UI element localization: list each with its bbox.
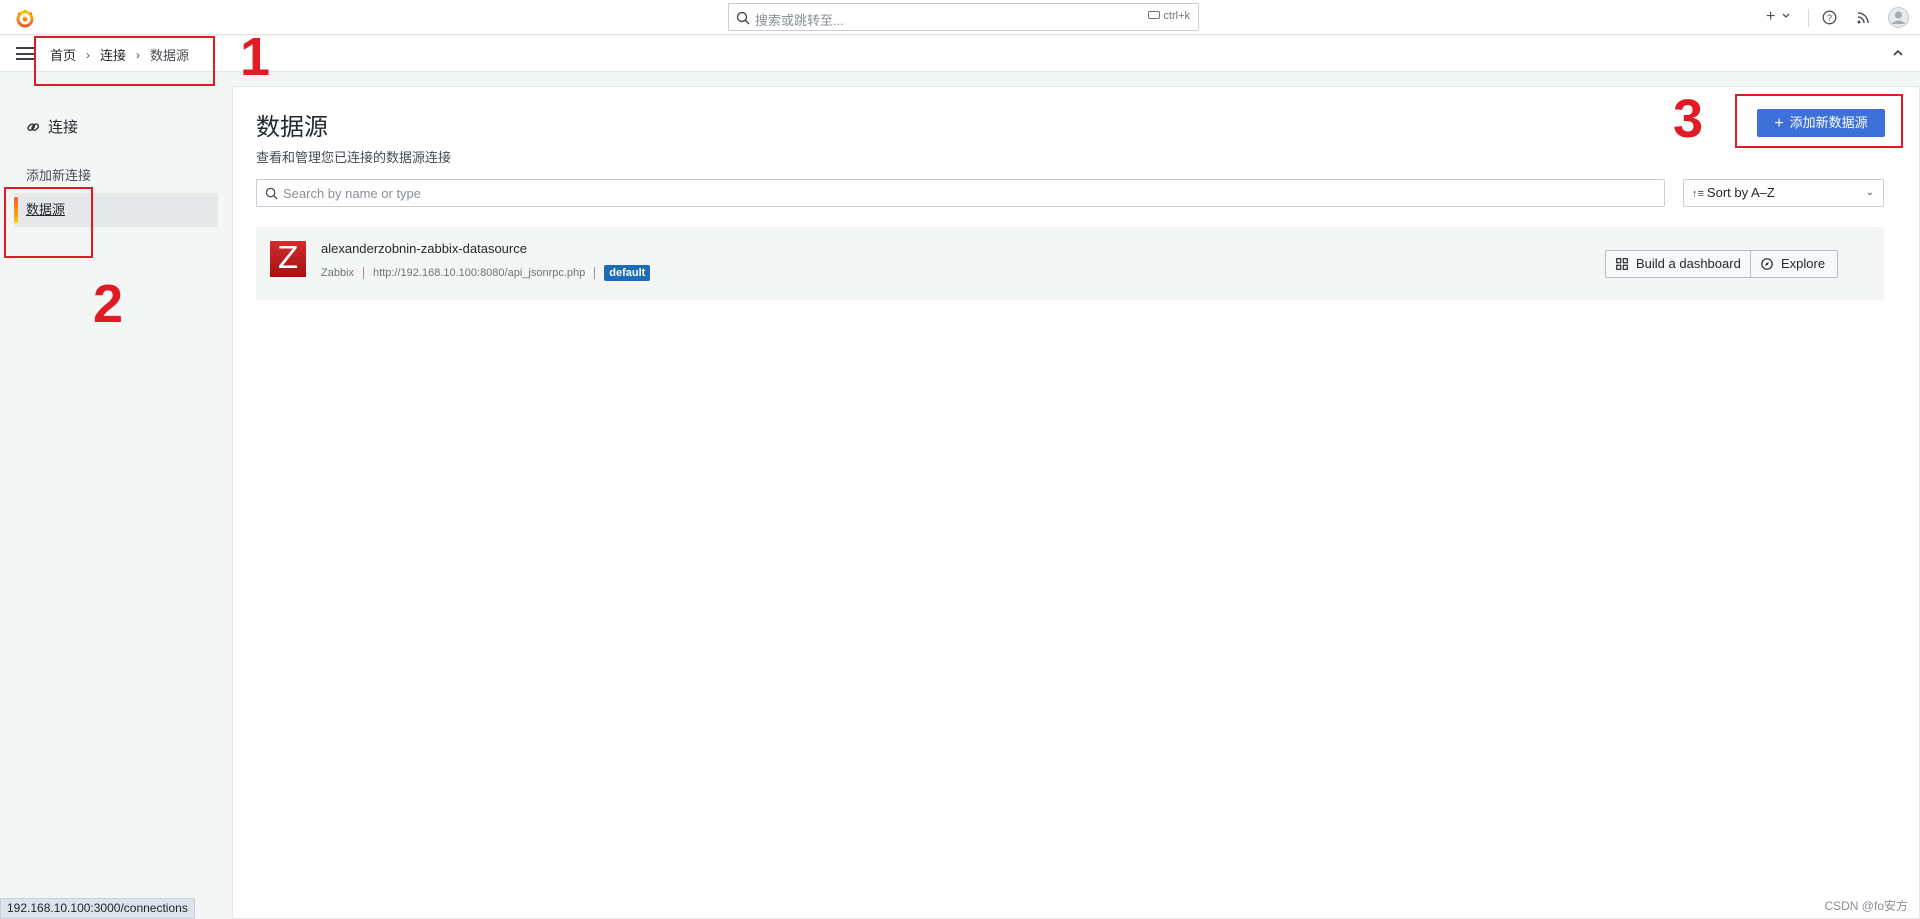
build-dashboard-label: Build a dashboard <box>1636 256 1741 271</box>
search-icon <box>736 11 750 25</box>
datasource-search-input[interactable] <box>283 180 1653 206</box>
divider <box>363 267 365 279</box>
plus-icon: + <box>1766 8 1776 25</box>
annotation-box-breadcrumb <box>34 36 215 86</box>
divider <box>1808 9 1809 27</box>
main-content: 数据源 查看和管理您已连接的数据源连接 +添加新数据源 ↑≡Sort by A–… <box>232 86 1920 919</box>
sort-select[interactable]: ↑≡ Sort by A–Z ⌄ <box>1683 179 1884 207</box>
keyboard-icon <box>1148 11 1161 19</box>
explore-button[interactable]: Explore <box>1750 250 1839 278</box>
user-avatar-icon[interactable] <box>1888 7 1909 28</box>
page-title: 数据源 <box>256 114 328 141</box>
search-icon <box>265 187 278 200</box>
divider <box>594 267 596 279</box>
sort-icon: ↑≡ <box>1692 188 1704 200</box>
datasource-search-field[interactable] <box>256 179 1665 207</box>
sort-label: Sort by A–Z <box>1706 185 1775 200</box>
default-badge: default <box>604 265 651 281</box>
top-bar: 搜索或跳转至... ctrl+k + ? <box>0 0 1920 35</box>
datasource-meta: Zabbix http://192.168.10.100:8080/api_js… <box>321 265 651 281</box>
explore-label: Explore <box>1781 256 1826 271</box>
annotation-box-add-button <box>1735 94 1903 148</box>
datasource-type: Zabbix <box>321 267 355 279</box>
zabbix-logo-icon: Z <box>270 241 306 277</box>
breadcrumb-bar: 首页 › 连接 › 数据源 <box>0 36 1920 72</box>
grafana-logo-icon[interactable] <box>14 7 36 29</box>
help-icon[interactable]: ? <box>1822 10 1837 25</box>
annotation-number-3: 3 <box>1673 89 1704 149</box>
sidebar-title: 连接 <box>26 116 78 137</box>
link-icon <box>27 122 40 131</box>
sidebar-title-label: 连接 <box>48 119 79 136</box>
news-rss-icon[interactable] <box>1856 11 1870 25</box>
chevron-down-icon: ⌄ <box>1865 187 1874 198</box>
build-dashboard-button[interactable]: Build a dashboard <box>1605 250 1754 278</box>
svg-text:?: ? <box>1827 13 1832 23</box>
datasource-card[interactable]: Z alexanderzobnin-zabbix-datasource Zabb… <box>256 227 1884 300</box>
status-bar-url: 192.168.10.100:3000/connections <box>0 898 195 919</box>
shortcut-text: ctrl+k <box>1163 10 1190 22</box>
shortcut-hint: ctrl+k <box>1148 10 1190 22</box>
compass-icon <box>1761 258 1773 270</box>
apps-grid-icon <box>1616 258 1628 270</box>
datasource-name[interactable]: alexanderzobnin-zabbix-datasource <box>321 241 527 256</box>
page-subtitle: 查看和管理您已连接的数据源连接 <box>256 150 452 165</box>
annotation-number-1: 1 <box>240 27 271 87</box>
annotation-box-sidebar <box>4 187 93 258</box>
chevron-down-icon <box>1782 13 1790 18</box>
watermark: CSDN @fo安方 <box>1824 899 1908 913</box>
new-dropdown-button[interactable]: + <box>1766 8 1790 26</box>
datasource-url: http://192.168.10.100:8080/api_jsonrpc.p… <box>373 267 586 279</box>
menu-icon[interactable] <box>16 47 34 60</box>
global-search-input[interactable]: 搜索或跳转至... ctrl+k <box>728 3 1199 31</box>
annotation-number-2: 2 <box>93 274 124 334</box>
chevron-up-icon[interactable] <box>1892 47 1904 59</box>
search-placeholder: 搜索或跳转至... <box>755 13 844 28</box>
